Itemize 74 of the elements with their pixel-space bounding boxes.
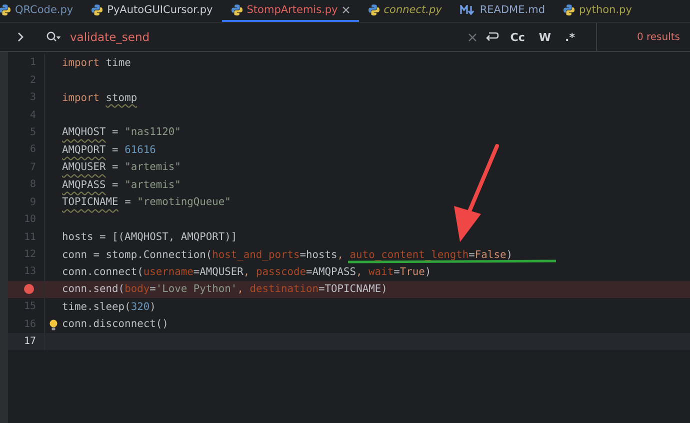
code-token: stomp (106, 92, 138, 104)
breakpoint-icon[interactable] (24, 284, 34, 294)
python-file-icon (562, 4, 575, 16)
python-file-icon (230, 4, 243, 16)
code-token: =AMQUSER (193, 266, 244, 278)
close-icon[interactable] (342, 6, 350, 14)
lightbulb-icon[interactable] (49, 318, 58, 331)
code-token: ) (424, 266, 432, 278)
python-file-icon (368, 4, 380, 16)
file-tab[interactable]: README.md (450, 0, 554, 22)
code-token: host_and_ports (212, 248, 300, 261)
search-option-toggle[interactable]: W (536, 30, 554, 44)
markdown-file-icon (460, 5, 476, 15)
code-token: = (394, 266, 400, 278)
code-token: AMQPASS (62, 178, 106, 191)
code-token: AMQUSER (62, 161, 106, 174)
code-token: = (111, 126, 120, 138)
file-tab[interactable]: connect.py (358, 0, 451, 22)
code-token: False (474, 248, 506, 261)
code-token: conn = stomp.Connection( (62, 248, 212, 261)
file-tab[interactable]: PyAutoGUICursor.py (82, 0, 222, 22)
code-token: passcode (256, 266, 306, 278)
code-token: =AMQPASS (306, 266, 356, 278)
code-token: True (400, 266, 425, 278)
code-token: =hosts (300, 248, 338, 261)
file-tab[interactable]: python.py (554, 0, 641, 22)
code-token: ) (506, 248, 512, 261)
code-token: conn.connect( (62, 266, 144, 278)
python-file-icon (0, 4, 11, 16)
code-token: body (124, 283, 150, 296)
code-token: 'Love Python' (156, 283, 238, 296)
code-token: , (237, 283, 244, 296)
code-token: =TOPICNAME) (318, 283, 388, 296)
code-token: , (243, 266, 251, 278)
code-token: username (143, 266, 194, 278)
code-token: = (468, 248, 475, 261)
code-token: 320 (130, 300, 150, 313)
code-token: destination (250, 283, 319, 296)
code-token: = (111, 161, 120, 174)
code-token: TOPICNAME (62, 196, 118, 208)
results-count: 0 results (596, 23, 690, 51)
code-token: = (111, 144, 120, 156)
code-token: import (62, 92, 101, 104)
newline-icon[interactable] (485, 31, 500, 43)
search-icon[interactable] (46, 31, 62, 43)
code-token: = (124, 196, 132, 208)
code-token: wait (368, 266, 394, 278)
chevron-right-icon[interactable] (16, 32, 24, 42)
code-token: ) (150, 300, 156, 313)
code-token: "artemis" (124, 161, 181, 174)
search-option-toggle[interactable]: .* (562, 30, 578, 44)
search-field[interactable]: validate_send (70, 30, 460, 44)
code-token: conn.send( (62, 283, 125, 296)
code-token: import (62, 56, 100, 69)
search-option-toggle[interactable]: Cc (507, 30, 528, 44)
code-token: , (356, 266, 364, 278)
code-token: "nas1120" (124, 126, 181, 138)
code-token: = (111, 178, 120, 191)
code-token: auto_content_length (350, 248, 469, 261)
code-token: "artemis" (124, 178, 181, 191)
code-token: = (150, 283, 156, 296)
code-token: time.sleep( (62, 300, 131, 313)
code-token: AMQPORT (62, 144, 106, 156)
code-token: hosts = [(AMQHOST, AMQPORT)] (62, 231, 238, 244)
file-tab[interactable]: QRCode.py (0, 0, 82, 22)
python-file-icon (91, 4, 104, 16)
clear-icon[interactable] (468, 32, 478, 42)
code-token: 61616 (124, 144, 156, 156)
line-number: 17 (24, 336, 36, 348)
code-token: "remotingQueue" (137, 196, 231, 208)
code-token: conn.disconnect() (62, 318, 168, 330)
code-token: AMQHOST (62, 126, 106, 138)
code-token: , (337, 248, 345, 261)
code-token: time (104, 56, 131, 69)
